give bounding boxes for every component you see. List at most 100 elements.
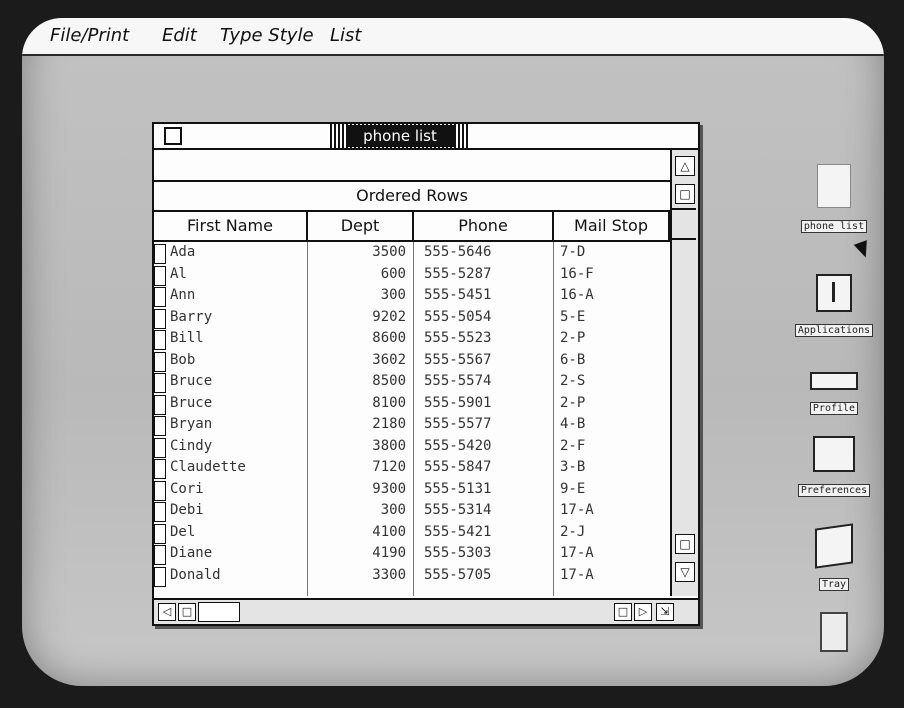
page-down-icon[interactable]: □ xyxy=(675,534,695,554)
cell-first[interactable]: Cindy xyxy=(170,438,300,454)
window-close-box[interactable] xyxy=(164,127,182,145)
row-select-box[interactable] xyxy=(154,545,166,565)
row-select-box[interactable] xyxy=(154,373,166,393)
cell-first[interactable]: Barry xyxy=(170,309,300,325)
row-select-box[interactable] xyxy=(154,265,166,286)
cell-mail[interactable]: 2-J xyxy=(560,524,660,540)
scroll-left-arrow-icon[interactable]: ◁ xyxy=(158,603,176,621)
row-select-box[interactable] xyxy=(154,523,166,544)
table-row[interactable]: Cori 9300 555-5131 9-E xyxy=(154,479,670,501)
table-row[interactable]: Al 600 555-5287 16-F xyxy=(154,264,670,286)
table-row[interactable]: Bruce 8500 555-5574 2-S xyxy=(154,371,670,393)
cell-first[interactable]: Bruce xyxy=(170,395,300,411)
row-select-box[interactable] xyxy=(154,502,166,522)
cell-dept[interactable]: 3500 xyxy=(314,244,406,260)
cell-first[interactable]: Bob xyxy=(170,352,300,368)
cell-mail[interactable]: 2-P xyxy=(560,395,660,411)
cell-mail[interactable]: 17-A xyxy=(560,567,660,583)
row-select-box[interactable] xyxy=(154,308,166,329)
cell-first[interactable]: Al xyxy=(170,266,300,282)
table-row[interactable]: Claudette 7120 555-5847 3-B xyxy=(154,457,670,479)
cell-mail[interactable]: 4-B xyxy=(560,416,660,432)
cell-phone[interactable]: 555-5646 xyxy=(424,244,542,260)
cell-first[interactable]: Cori xyxy=(170,481,300,497)
table-row[interactable]: Del 4100 555-5421 2-J xyxy=(154,522,670,544)
page-right-icon[interactable]: □ xyxy=(614,603,632,621)
cell-first[interactable]: Debi xyxy=(170,502,300,518)
cell-dept[interactable]: 3602 xyxy=(314,352,406,368)
cell-mail[interactable]: 5-E xyxy=(560,309,660,325)
cell-mail[interactable]: 3-B xyxy=(560,459,660,475)
cell-dept[interactable]: 300 xyxy=(314,502,406,518)
cell-mail[interactable]: 2-P xyxy=(560,330,660,346)
cell-first[interactable]: Claudette xyxy=(170,459,300,475)
cell-phone[interactable]: 555-5901 xyxy=(424,395,542,411)
desktop-icon-applications[interactable]: Applications xyxy=(788,274,880,337)
cell-dept[interactable]: 9300 xyxy=(314,481,406,497)
scroll-thumb[interactable] xyxy=(198,602,240,622)
cell-phone[interactable]: 555-5421 xyxy=(424,524,542,540)
cell-phone[interactable]: 555-5131 xyxy=(424,481,542,497)
column-header-dept[interactable]: Dept xyxy=(308,212,414,242)
menu-type-style[interactable]: Type Style xyxy=(220,25,314,46)
cell-first[interactable]: Ada xyxy=(170,244,300,260)
cell-dept[interactable]: 7120 xyxy=(314,459,406,475)
cell-phone[interactable]: 555-5420 xyxy=(424,438,542,454)
cell-first[interactable]: Bruce xyxy=(170,373,300,389)
row-select-box[interactable] xyxy=(154,437,166,458)
table-row[interactable]: Bryan 2180 555-5577 4-B xyxy=(154,414,670,436)
column-header-phone[interactable]: Phone xyxy=(414,212,554,242)
cell-dept[interactable]: 8500 xyxy=(314,373,406,389)
cell-phone[interactable]: 555-5705 xyxy=(424,567,542,583)
row-select-box[interactable] xyxy=(154,351,166,372)
cell-dept[interactable]: 300 xyxy=(314,287,406,303)
cell-mail[interactable]: 17-A xyxy=(560,545,660,561)
cell-phone[interactable]: 555-5577 xyxy=(424,416,542,432)
cell-phone[interactable]: 555-5574 xyxy=(424,373,542,389)
row-select-box[interactable] xyxy=(154,566,166,587)
cell-phone[interactable]: 555-5847 xyxy=(424,459,542,475)
cell-phone[interactable]: 555-5303 xyxy=(424,545,542,561)
cell-mail[interactable]: 7-D xyxy=(560,244,660,260)
cell-mail[interactable]: 17-A xyxy=(560,502,660,518)
table-row[interactable]: Ada 3500 555-5646 7-D xyxy=(154,242,670,264)
table-row[interactable]: Debi 300 555-5314 17-A xyxy=(154,500,670,522)
page-up-icon[interactable]: □ xyxy=(675,184,695,204)
row-select-box[interactable] xyxy=(154,416,166,436)
cell-phone[interactable]: 555-5287 xyxy=(424,266,542,282)
desktop-icon-wastebasket[interactable] xyxy=(814,612,854,652)
row-select-box[interactable] xyxy=(154,459,166,479)
size-box-icon[interactable]: ⇲ xyxy=(656,603,674,621)
horizontal-scrollbar[interactable]: ◁ □ □ ▷ ⇲ xyxy=(154,598,698,624)
desktop-icon-tray[interactable]: Tray xyxy=(794,523,874,591)
cell-dept[interactable]: 8100 xyxy=(314,395,406,411)
row-select-box[interactable] xyxy=(154,480,166,501)
scroll-right-arrow-icon[interactable]: ▷ xyxy=(634,603,652,621)
cell-dept[interactable]: 600 xyxy=(314,266,406,282)
cell-dept[interactable]: 3300 xyxy=(314,567,406,583)
cell-dept[interactable]: 4190 xyxy=(314,545,406,561)
cell-first[interactable]: Del xyxy=(170,524,300,540)
table-row[interactable]: Ann 300 555-5451 16-A xyxy=(154,285,670,307)
row-select-box[interactable] xyxy=(154,330,166,350)
desktop-icon-phone-list[interactable]: phone list xyxy=(794,164,874,233)
table-row[interactable]: Diane 4190 555-5303 17-A xyxy=(154,543,670,565)
cell-phone[interactable]: 555-5523 xyxy=(424,330,542,346)
cell-first[interactable]: Diane xyxy=(170,545,300,561)
cell-mail[interactable]: 6-B xyxy=(560,352,660,368)
cell-mail[interactable]: 2-F xyxy=(560,438,660,454)
table-row[interactable]: Bruce 8100 555-5901 2-P xyxy=(154,393,670,415)
cell-phone[interactable]: 555-5451 xyxy=(424,287,542,303)
table-row[interactable]: Donald 3300 555-5705 17-A xyxy=(154,565,670,587)
cell-phone[interactable]: 555-5054 xyxy=(424,309,542,325)
table-row[interactable]: Barry 9202 555-5054 5-E xyxy=(154,307,670,329)
menu-file-print[interactable]: File/Print xyxy=(50,25,129,46)
desktop-icon-profile[interactable]: Profile xyxy=(794,372,874,415)
cell-phone[interactable]: 555-5567 xyxy=(424,352,542,368)
column-header-first-name[interactable]: First Name xyxy=(154,212,308,242)
entry-field[interactable] xyxy=(154,150,670,182)
scroll-down-arrow-icon[interactable]: ▽ xyxy=(675,562,695,582)
desktop-icon-preferences[interactable]: Preferences xyxy=(788,436,880,497)
cell-first[interactable]: Ann xyxy=(170,287,300,303)
cell-dept[interactable]: 9202 xyxy=(314,309,406,325)
